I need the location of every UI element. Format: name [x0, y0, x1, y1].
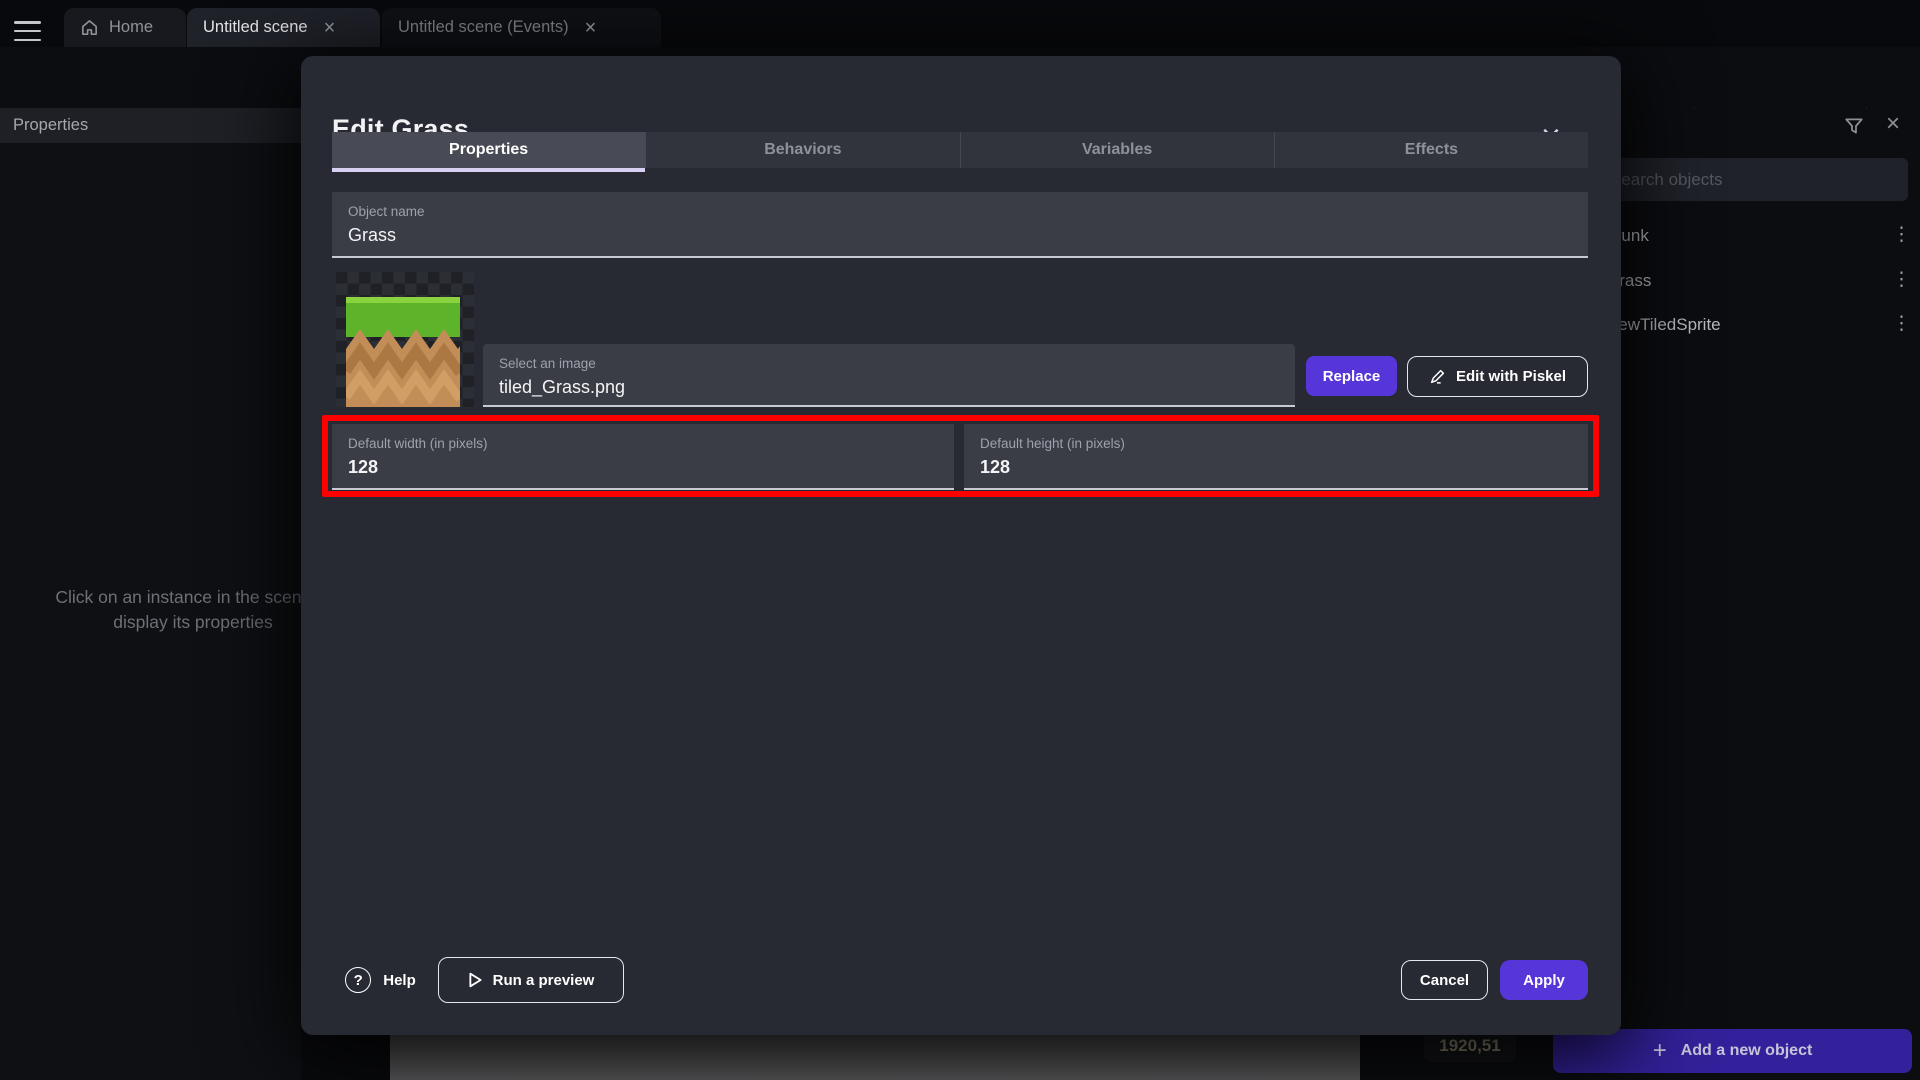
help-button[interactable]: ? Help [333, 958, 428, 1002]
tab-scene-label: Untitled scene [203, 18, 308, 37]
tab-variables[interactable]: Variables [960, 132, 1274, 168]
filter-icon[interactable] [1840, 112, 1868, 140]
top-tab-bar: Home Untitled scene × Untitled scene (Ev… [0, 0, 1920, 47]
object-name-label: Object name [348, 204, 1572, 219]
home-icon [80, 18, 99, 37]
tab-properties[interactable]: Properties [332, 132, 645, 168]
kebab-menu-icon[interactable]: ⋮ [1892, 225, 1911, 244]
tab-effects[interactable]: Effects [1274, 132, 1588, 168]
tab-events-label: Untitled scene (Events) [398, 18, 569, 37]
image-name-field[interactable]: Select an image tiled_Grass.png [483, 344, 1295, 407]
kebab-menu-icon[interactable]: ⋮ [1892, 270, 1911, 289]
close-icon[interactable]: × [324, 18, 336, 38]
grass-tile-image [346, 293, 460, 407]
add-new-object-button[interactable]: + Add a new object [1553, 1029, 1912, 1073]
replace-button[interactable]: Replace [1306, 356, 1397, 396]
object-name-field[interactable]: Object name Grass [332, 192, 1588, 258]
kebab-menu-icon[interactable]: ⋮ [1892, 314, 1911, 333]
menu-icon[interactable] [14, 21, 41, 41]
help-icon: ? [345, 967, 371, 993]
close-panel-icon[interactable]: × [1886, 110, 1900, 138]
dialog-tab-bar: Properties Behaviors Variables Effects [332, 132, 1588, 168]
tab-untitled-scene-events[interactable]: Untitled scene (Events) × [382, 8, 661, 47]
properties-panel-title: Properties [13, 116, 88, 135]
close-icon[interactable]: × [585, 18, 597, 38]
tab-home-label: Home [109, 18, 153, 37]
properties-panel-header: Properties [0, 108, 301, 143]
image-field-label: Select an image [499, 356, 1279, 371]
object-list-item-newtiledsprite[interactable]: NewTiledSprite [1606, 315, 1721, 335]
run-preview-button[interactable]: Run a preview [438, 957, 624, 1003]
sprite-thumbnail[interactable] [336, 272, 474, 407]
plus-icon: + [1653, 1037, 1667, 1065]
default-height-value: 128 [980, 457, 1572, 478]
default-width-label: Default width (in pixels) [348, 436, 938, 451]
apply-button[interactable]: Apply [1500, 960, 1588, 1000]
pencil-icon [1429, 368, 1446, 385]
object-name-value: Grass [348, 225, 1572, 246]
default-height-label: Default height (in pixels) [980, 436, 1572, 451]
play-icon [468, 972, 483, 988]
image-field-value: tiled_Grass.png [499, 377, 1279, 398]
cancel-button[interactable]: Cancel [1401, 960, 1488, 1000]
edit-with-piskel-button[interactable]: Edit with Piskel [1407, 356, 1588, 397]
tab-behaviors[interactable]: Behaviors [645, 132, 959, 168]
edit-object-dialog: Edit Grass × Properties Behaviors Variab… [301, 56, 1621, 1035]
default-height-field[interactable]: Default height (in pixels) 128 [964, 424, 1588, 490]
tab-home[interactable]: Home [64, 8, 186, 47]
default-width-field[interactable]: Default width (in pixels) 128 [332, 424, 954, 490]
tab-untitled-scene[interactable]: Untitled scene × [187, 8, 380, 47]
default-width-value: 128 [348, 457, 938, 478]
